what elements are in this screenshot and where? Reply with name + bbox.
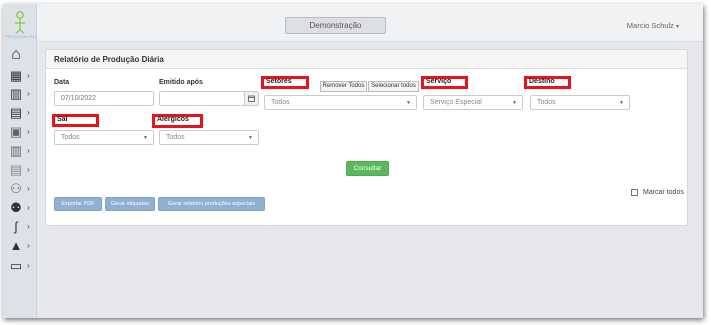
setores-select[interactable]: Todos ▼ bbox=[264, 95, 417, 110]
sidebar-item-grid[interactable]: ▦ › bbox=[7, 66, 37, 84]
chevron-right-icon: › bbox=[27, 260, 30, 270]
grid-icon: ▦ bbox=[9, 67, 23, 83]
sidebar-item-document[interactable]: ▤ › bbox=[7, 160, 37, 178]
chevron-right-icon: › bbox=[27, 164, 30, 174]
flask-icon: ▲ bbox=[9, 237, 23, 253]
chevron-right-icon: › bbox=[27, 70, 30, 80]
chevron-down-icon: ▼ bbox=[512, 100, 517, 106]
data-input[interactable]: 07/10/2022 bbox=[54, 91, 154, 106]
top-bar: Demonstração Marcio Schulz ▾ bbox=[37, 4, 703, 42]
emitido-apos-label: Emitido após bbox=[159, 79, 203, 86]
truck-icon: ▭ bbox=[9, 257, 23, 273]
chevron-right-icon: › bbox=[27, 107, 30, 117]
consultar-button[interactable]: Consultar bbox=[346, 161, 389, 176]
feeding-icon: ʃ bbox=[14, 218, 18, 234]
gerar-relatorio-button[interactable]: Gerar relatório produções especiais bbox=[158, 197, 265, 211]
people-icon: ⚇ bbox=[10, 180, 22, 196]
servico-select[interactable]: Serviço Especial ▼ bbox=[423, 95, 523, 110]
calendar-button[interactable] bbox=[244, 91, 259, 106]
selecionar-todos-button[interactable]: Selecionar todos bbox=[368, 81, 419, 92]
group-icon: ⚉ bbox=[10, 199, 22, 215]
page-title: Relatório de Produção Diária bbox=[46, 50, 687, 69]
sal-select[interactable]: Todos ▼ bbox=[54, 130, 154, 145]
sidebar-item-chart[interactable]: ▥ › bbox=[7, 141, 37, 159]
environment-button[interactable]: Demonstração bbox=[285, 17, 386, 34]
alergicos-value: Todos bbox=[166, 134, 185, 141]
logo-icon bbox=[15, 11, 25, 34]
destino-value: Todos bbox=[537, 99, 556, 106]
sidebar-item-delivery[interactable]: ▭ › bbox=[7, 256, 37, 274]
chevron-right-icon: › bbox=[27, 240, 30, 250]
chevron-down-icon: ▼ bbox=[248, 135, 253, 141]
document-icon: ▤ bbox=[9, 161, 23, 177]
chevron-down-icon: ▼ bbox=[619, 100, 624, 106]
user-name: Marcio Schulz bbox=[626, 21, 674, 30]
setores-label: Setores bbox=[261, 76, 309, 89]
alergicos-select[interactable]: Todos ▼ bbox=[159, 130, 259, 145]
sidebar-item-people[interactable]: ⚇ › bbox=[7, 179, 37, 197]
app-logo[interactable]: PRODUCAOPLUS bbox=[5, 10, 41, 44]
data-label: Data bbox=[54, 79, 70, 86]
sidebar: PRODUCAOPLUS ⌂ ▦ › ▥ › ▤ › ▣ › ▥ › ▤ › ⚇… bbox=[3, 4, 41, 318]
servico-value: Serviço Especial bbox=[430, 99, 482, 106]
sidebar-item-calendar[interactable]: ▣ › bbox=[7, 122, 37, 140]
sidebar-item-home[interactable]: ⌂ bbox=[7, 46, 37, 64]
destino-select[interactable]: Todos ▼ bbox=[530, 95, 630, 110]
chevron-down-icon: ▾ bbox=[675, 24, 679, 30]
sal-label: Sal bbox=[52, 114, 99, 127]
report-panel: Relatório de Produção Diária Data 07/10/… bbox=[45, 49, 688, 226]
emitido-apos-input[interactable] bbox=[159, 91, 245, 106]
servico-label: Serviço bbox=[421, 76, 468, 89]
sidebar-item-feeding[interactable]: ʃ › bbox=[7, 217, 37, 235]
gerar-etiquetas-button[interactable]: Gerar etiquetas bbox=[105, 197, 155, 211]
chevron-right-icon: › bbox=[27, 202, 30, 212]
chevron-right-icon: › bbox=[27, 221, 30, 231]
sidebar-item-reports[interactable]: ▤ › bbox=[7, 103, 37, 121]
destino-label: Destino bbox=[524, 76, 571, 89]
app-window: PRODUCAOPLUS ⌂ ▦ › ▥ › ▤ › ▣ › ▥ › ▤ › ⚇… bbox=[3, 4, 703, 318]
sal-value: Todos bbox=[61, 134, 80, 141]
remover-todos-button[interactable]: Remover Todos bbox=[320, 81, 367, 92]
alergicos-label: Alergicos bbox=[152, 114, 203, 128]
sidebar-item-group[interactable]: ⚉ › bbox=[7, 198, 37, 216]
setores-placeholder: Todos bbox=[271, 99, 290, 106]
chevron-right-icon: › bbox=[27, 88, 30, 98]
chevron-right-icon: › bbox=[27, 145, 30, 155]
chevron-down-icon: ▼ bbox=[406, 100, 411, 106]
sidebar-item-lab[interactable]: ▲ › bbox=[7, 236, 37, 254]
building-icon: ▥ bbox=[9, 85, 23, 101]
marcar-todos-checkbox[interactable] bbox=[631, 189, 638, 196]
user-menu[interactable]: Marcio Schulz ▾ bbox=[627, 21, 679, 30]
sidebar-item-building[interactable]: ▥ › bbox=[7, 84, 37, 102]
exportar-pdf-button[interactable]: Exportar PDF bbox=[54, 197, 102, 211]
logo-text: PRODUCAOPLUS bbox=[5, 34, 41, 39]
calendar-icon bbox=[248, 95, 255, 102]
marcar-todos-label: Marcar todos bbox=[643, 189, 684, 196]
report-icon: ▤ bbox=[9, 104, 23, 120]
calendar-icon: ▣ bbox=[9, 123, 23, 139]
chevron-down-icon: ▼ bbox=[143, 135, 148, 141]
marcar-todos-option[interactable]: Marcar todos bbox=[631, 189, 684, 196]
home-icon: ⌂ bbox=[11, 46, 21, 63]
chart-icon: ▥ bbox=[9, 142, 23, 158]
chevron-right-icon: › bbox=[27, 183, 30, 193]
chevron-right-icon: › bbox=[27, 126, 30, 136]
